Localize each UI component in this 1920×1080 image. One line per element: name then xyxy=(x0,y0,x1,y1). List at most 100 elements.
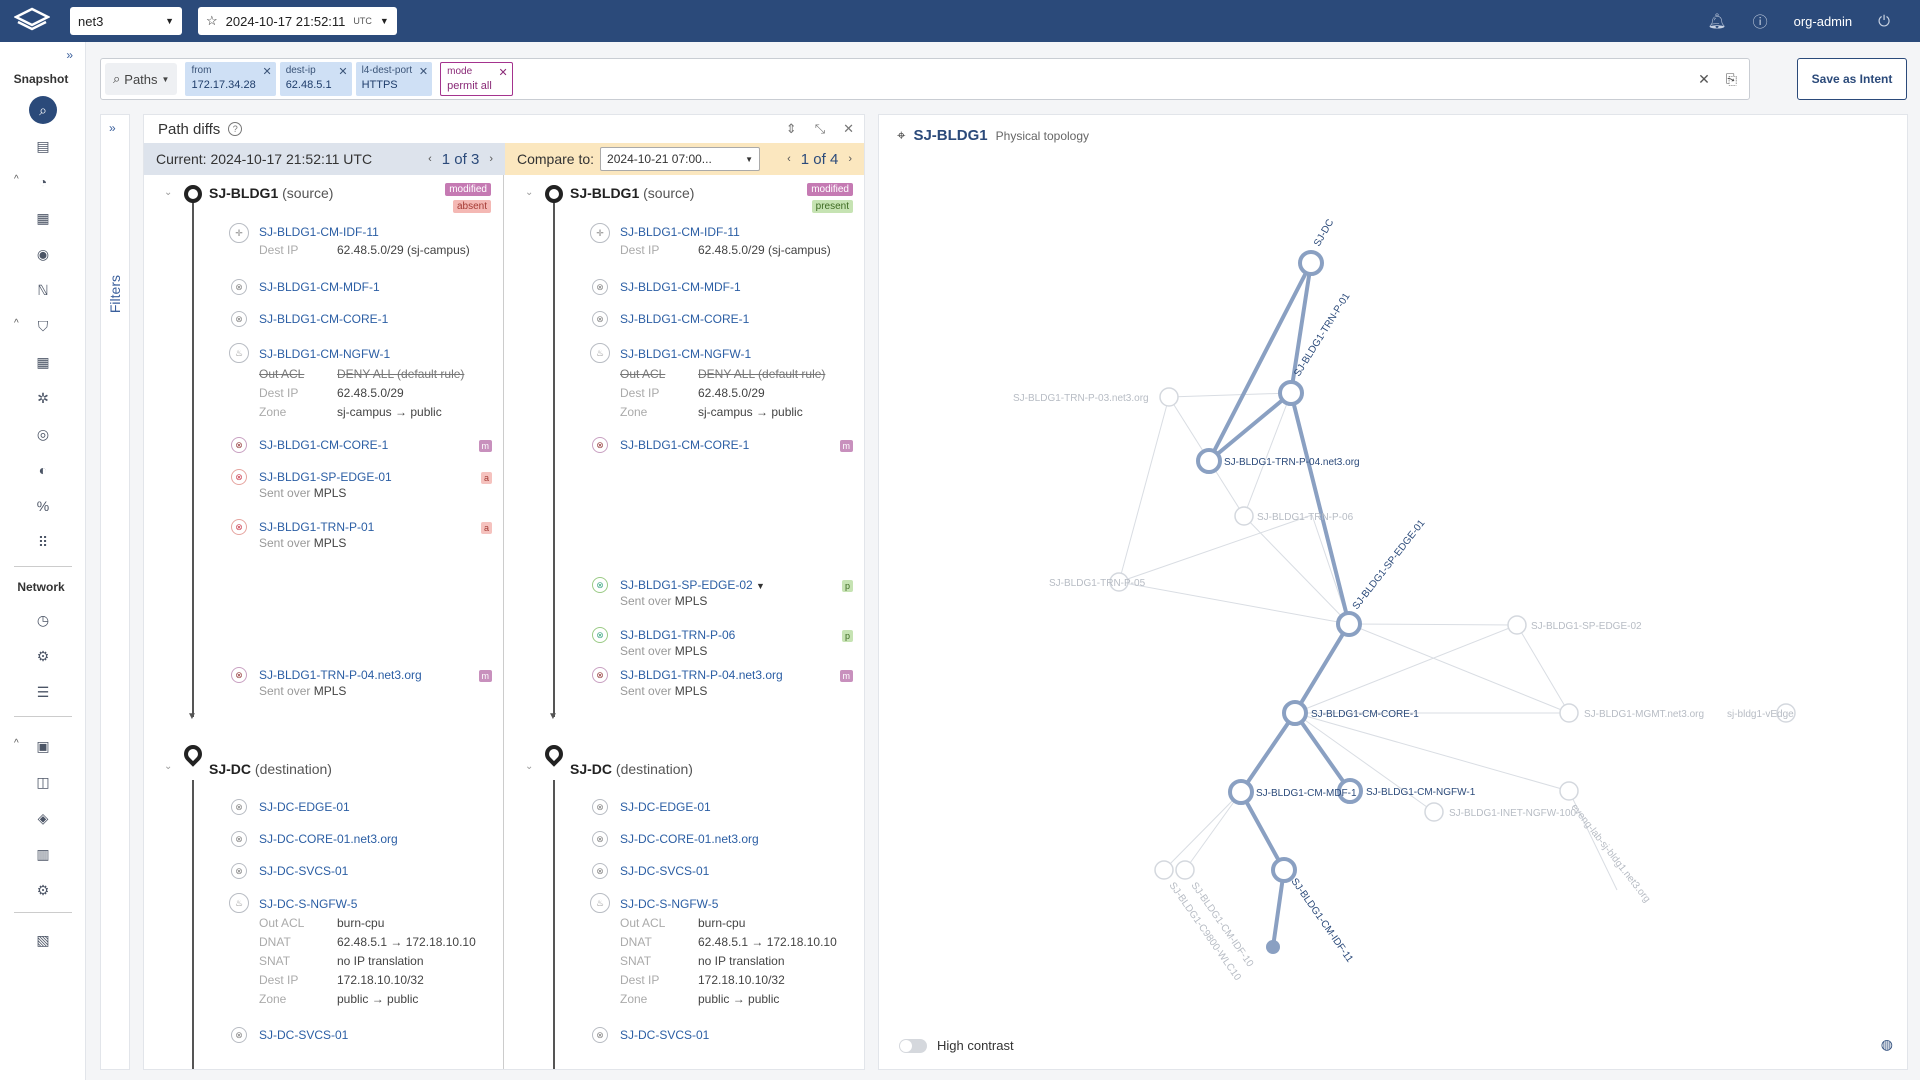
topology-graph[interactable]: SJ-DC SJ-BLDG1-TRN-P-01 SJ-BLDG1-TRN-P-0… xyxy=(879,115,1909,1071)
topology-node-idf10[interactable] xyxy=(1175,860,1195,880)
hop-link[interactable]: SJ-BLDG1-TRN-P-04.net3.org xyxy=(620,668,783,682)
collapse-caret-icon[interactable]: ⌄ xyxy=(525,187,533,198)
hop-link[interactable]: SJ-DC-SVCS-01 xyxy=(259,864,348,878)
layers-icon[interactable]: ◈ xyxy=(29,804,57,832)
search-icon[interactable]: ⌕ xyxy=(29,96,57,124)
filters-toggle[interactable]: Filters xyxy=(107,275,123,313)
save-as-intent-button[interactable]: Save as Intent xyxy=(1797,58,1907,100)
hop-link[interactable]: SJ-BLDG1-TRN-P-01 xyxy=(259,520,374,534)
app-logo[interactable] xyxy=(12,6,52,36)
hop-link[interactable]: SJ-BLDG1-CM-MDF-1 xyxy=(259,280,380,294)
verify-icon[interactable]: ◔ xyxy=(29,168,57,196)
collapse-caret-icon[interactable]: ⌄ xyxy=(525,761,533,772)
globe-icon[interactable]: ◍ xyxy=(1881,1036,1893,1053)
query-chip-l4-dest-port[interactable]: l4-dest-port HTTPS ✕ xyxy=(355,62,433,96)
network-settings-icon[interactable]: ⚙ xyxy=(29,642,57,670)
grid-icon[interactable]: ▦ xyxy=(29,348,57,376)
network-select[interactable]: net3 ▼ xyxy=(70,7,182,35)
hop-link[interactable]: SJ-DC-S-NGFW-5 xyxy=(259,897,357,911)
hop-link[interactable]: SJ-BLDG1-CM-NGFW-1 xyxy=(620,347,751,361)
apps-icon[interactable]: ⠿ xyxy=(29,528,57,556)
topology-node-edge01[interactable] xyxy=(1336,611,1362,637)
close-icon[interactable]: ✕ xyxy=(262,65,271,79)
close-icon[interactable]: ✕ xyxy=(419,65,428,79)
path-icon[interactable]: ℕ xyxy=(29,276,57,304)
next-arrow-icon[interactable]: › xyxy=(489,153,493,165)
topology-node-trnp06[interactable] xyxy=(1234,506,1254,526)
collection-icon[interactable]: ◫ xyxy=(29,768,57,796)
prev-arrow-icon[interactable]: ‹ xyxy=(428,153,432,165)
hop-link[interactable]: SJ-DC-SVCS-01 xyxy=(620,864,709,878)
collapse-caret-icon[interactable]: ⌄ xyxy=(164,187,172,198)
code-icon[interactable]: ▣ xyxy=(29,732,57,760)
copy-query-icon[interactable]: ⎘ xyxy=(1726,71,1737,88)
destination-node-title[interactable]: SJ-DC (destination) xyxy=(570,761,693,777)
hop-link[interactable]: SJ-BLDG1-CM-MDF-1 xyxy=(620,280,741,294)
eye-icon[interactable]: ◐ xyxy=(29,456,57,484)
collapse-caret-icon[interactable]: ^ xyxy=(14,174,19,185)
close-icon[interactable]: ✕ xyxy=(843,121,854,137)
hop-link[interactable]: SJ-BLDG1-TRN-P-04.net3.org xyxy=(259,668,422,682)
topology-node-inetngfw[interactable] xyxy=(1424,802,1444,822)
hop-link[interactable]: SJ-BLDG1-CM-CORE-1 xyxy=(620,438,749,452)
sliders-icon[interactable]: ☰ xyxy=(29,678,57,706)
topology-node-c9800[interactable] xyxy=(1154,860,1174,880)
topology-node-mdf1[interactable] xyxy=(1228,779,1254,805)
hop-link[interactable]: SJ-DC-EDGE-01 xyxy=(259,800,350,814)
reports-icon[interactable]: ▥ xyxy=(29,840,57,868)
hop-link[interactable]: SJ-BLDG1-CM-CORE-1 xyxy=(259,312,388,326)
user-menu[interactable]: org-admin xyxy=(1794,14,1853,29)
hop-link[interactable]: SJ-BLDG1-CM-IDF-11 xyxy=(620,225,740,239)
snowflake-icon[interactable]: ✲ xyxy=(29,384,57,412)
hop-link[interactable]: SJ-BLDG1-SP-EDGE-02 ▼ xyxy=(620,578,765,592)
power-icon[interactable]: ⏻ xyxy=(1878,13,1890,30)
gear-icon[interactable]: ⚙ xyxy=(29,876,57,904)
alerts-icon[interactable]: ◉ xyxy=(29,240,57,268)
hop-link[interactable]: SJ-DC-CORE-01.net3.org xyxy=(259,832,398,846)
snapshot-select[interactable]: ☆ 2024-10-17 21:52:11 UTC ▼ xyxy=(198,7,397,35)
query-chip-mode[interactable]: mode permit all ✕ xyxy=(440,62,513,96)
prev-arrow-icon[interactable]: ‹ xyxy=(787,153,791,165)
hop-link[interactable]: SJ-BLDG1-TRN-P-06 xyxy=(620,628,735,642)
help-icon[interactable]: ⓘ xyxy=(1753,11,1768,32)
topology-node-sjdc[interactable] xyxy=(1298,250,1324,276)
next-arrow-icon[interactable]: › xyxy=(848,153,852,165)
hop-link[interactable]: SJ-BLDG1-CM-IDF-11 xyxy=(259,225,379,239)
inventory-icon[interactable]: ▤ xyxy=(29,132,57,160)
collapse-caret-icon[interactable]: ^ xyxy=(14,318,19,329)
hop-link[interactable]: SJ-DC-CORE-01.net3.org xyxy=(620,832,759,846)
bell-icon[interactable]: 🔔︎ xyxy=(1708,12,1727,30)
close-icon[interactable]: ✕ xyxy=(499,66,508,80)
collapse-caret-icon[interactable]: ⌄ xyxy=(164,761,172,772)
query-mode-select[interactable]: ⌕ Paths ▼ xyxy=(105,63,178,95)
hop-link[interactable]: SJ-DC-EDGE-01 xyxy=(620,800,711,814)
hop-link[interactable]: SJ-BLDG1-CM-NGFW-1 xyxy=(259,347,390,361)
issues-icon[interactable]: ▦ xyxy=(29,204,57,232)
expand-filters-icon[interactable]: » xyxy=(109,121,116,135)
close-icon[interactable]: ✕ xyxy=(338,65,347,79)
source-node-title[interactable]: SJ-BLDG1 (source) xyxy=(570,185,694,201)
book-icon[interactable]: ▧ xyxy=(29,926,57,954)
topology-node-trnp04[interactable] xyxy=(1196,448,1222,474)
hop-link[interactable]: SJ-BLDG1-CM-CORE-1 xyxy=(259,438,388,452)
help-icon[interactable]: ? xyxy=(228,122,243,136)
target-icon[interactable]: ◎ xyxy=(29,420,57,448)
topology-node-core1[interactable] xyxy=(1282,700,1308,726)
source-node-title[interactable]: SJ-BLDG1 (source) xyxy=(209,185,333,201)
percent-icon[interactable]: % xyxy=(29,492,57,520)
topology-node-edge02[interactable] xyxy=(1507,615,1527,635)
expand-sidebar-icon[interactable]: » xyxy=(66,48,73,62)
topology-node-mgmt[interactable] xyxy=(1559,703,1579,723)
collapse-caret-icon[interactable]: ^ xyxy=(14,738,19,749)
hop-link[interactable]: SJ-DC-SVCS-01 xyxy=(620,1028,709,1042)
compare-snapshot-select[interactable]: 2024-10-21 07:00... ▼ xyxy=(600,147,761,171)
topology-node-eveng[interactable] xyxy=(1559,781,1579,801)
query-chip-from[interactable]: from 172.17.34.28 ✕ xyxy=(185,62,276,96)
hop-link[interactable]: SJ-BLDG1-CM-CORE-1 xyxy=(620,312,749,326)
destination-node-title[interactable]: SJ-DC (destination) xyxy=(209,761,332,777)
shield-icon[interactable]: ⛉ xyxy=(29,312,57,340)
star-icon[interactable]: ☆ xyxy=(206,13,218,29)
high-contrast-toggle[interactable] xyxy=(899,1038,927,1053)
expand-all-icon[interactable]: ⇕ xyxy=(786,121,797,137)
hop-link[interactable]: SJ-DC-SVCS-01 xyxy=(259,1028,348,1042)
